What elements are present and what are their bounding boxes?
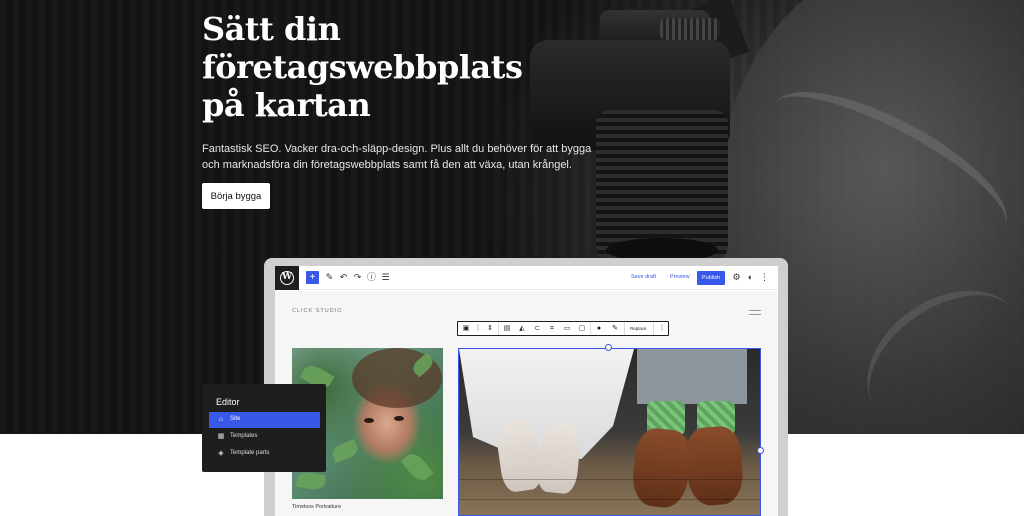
hero-subtitle: Fantastisk SEO. Vacker dra-och-släpp-des… [202, 143, 592, 171]
redo-icon[interactable]: ↷ [352, 272, 363, 283]
preview-link[interactable]: Preview [670, 274, 690, 280]
resize-handle-right[interactable] [757, 447, 764, 454]
crop-icon[interactable]: ⌗ [547, 324, 557, 334]
site-title: CLICK STUDIO [292, 308, 343, 314]
align-icon[interactable]: ▤ [502, 324, 512, 334]
hero-title-line-1: Sätt din [202, 10, 341, 48]
pencil-icon[interactable]: ✎ [324, 272, 335, 283]
editor-mockup: W + ✎ ↶ ↷ ⓘ ☰ Save draft Preview Publish… [275, 266, 778, 516]
info-icon[interactable]: ⓘ [366, 272, 377, 283]
publish-button[interactable]: Publish [697, 271, 725, 285]
hero-title: Sätt din företagswebbplats på kartan [202, 10, 622, 124]
start-building-button[interactable]: Börja bygga [202, 183, 270, 209]
text-overlay-icon[interactable]: ▢ [577, 324, 587, 334]
editor-panel-title: Editor [216, 397, 240, 407]
styles-contrast-icon[interactable]: ◐ [745, 272, 756, 283]
nav-item-site[interactable]: ⌂ Site [209, 412, 320, 428]
hero-title-line-3: på kartan [202, 86, 371, 124]
drag-handle-icon[interactable]: ⋮ [473, 324, 483, 334]
nav-item-templates[interactable]: ▦ Templates [209, 429, 320, 445]
list-view-icon[interactable]: ☰ [380, 272, 391, 283]
hero-title-line-2: företagswebbplats [202, 48, 523, 86]
wordpress-logo-icon[interactable]: W [275, 266, 299, 290]
link-icon[interactable]: ⊂ [532, 324, 542, 334]
edit-image-icon[interactable]: ✎ [610, 324, 620, 334]
caption-icon[interactable]: ▭ [562, 324, 572, 334]
nav-item-template-parts[interactable]: ◈ Template parts [209, 446, 320, 462]
block-options-icon[interactable]: ⋮ [657, 324, 667, 334]
settings-gear-icon[interactable]: ⚙ [731, 272, 742, 283]
home-icon: ⌂ [218, 416, 224, 423]
replace-button[interactable]: Replace [630, 326, 647, 331]
image-caption: Timeless Portraiture [292, 504, 342, 510]
shoes-image-selected[interactable] [458, 348, 761, 516]
symbol-icon: ◈ [218, 450, 224, 457]
editor-topbar: W + ✎ ↶ ↷ ⓘ ☰ Save draft Preview Publish… [275, 266, 778, 290]
resize-handle-top[interactable] [605, 344, 612, 351]
more-options-icon[interactable]: ⋮ [759, 272, 770, 283]
move-arrows-icon[interactable]: ⇕ [485, 324, 495, 334]
menu-icon[interactable] [749, 310, 761, 315]
editor-canvas: CLICK STUDIO ▣ ⋮ ⇕ ▤ ◭ ⊂ ⌗ ▭ ▢ ● ✎ Repla… [275, 291, 778, 516]
editor-navigation-panel: Editor ⌂ Site ▦ Templates ◈ Template par… [202, 384, 326, 472]
undo-icon[interactable]: ↶ [338, 272, 349, 283]
block-toolbar: ▣ ⋮ ⇕ ▤ ◭ ⊂ ⌗ ▭ ▢ ● ✎ Replace ⋮ [457, 321, 669, 336]
image-block-icon[interactable]: ▣ [461, 324, 471, 334]
duotone-icon[interactable]: ● [594, 324, 604, 334]
add-block-icon[interactable]: + [306, 271, 319, 284]
layout-icon: ▦ [217, 433, 225, 440]
save-draft-link[interactable]: Save draft [631, 274, 656, 280]
filter-icon[interactable]: ◭ [517, 324, 527, 334]
